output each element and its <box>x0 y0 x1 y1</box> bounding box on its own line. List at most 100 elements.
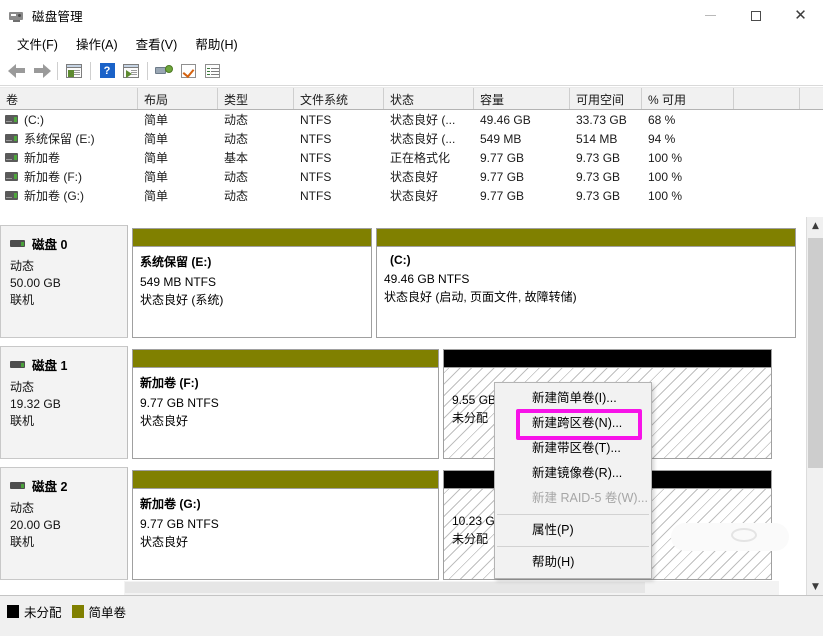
cell-capacity: 49.46 GB <box>474 113 570 127</box>
disk-info-0[interactable]: 磁盘 0 动态 50.00 GB 联机 <box>0 225 128 338</box>
disk-type: 动态 <box>10 379 127 396</box>
cell-free-space: 33.73 GB <box>570 113 642 127</box>
legend-unallocated: 未分配 <box>7 602 62 621</box>
menu-view[interactable]: 查看(V) <box>127 31 187 56</box>
menu-action[interactable]: 操作(A) <box>67 31 127 56</box>
table-row[interactable]: 新加卷 简单 基本 NTFS 正在格式化 9.77 GB 9.73 GB 100… <box>0 148 823 167</box>
cell-status: 状态良好 <box>384 168 474 185</box>
partition-system-reserved-e[interactable]: 系统保留 (E:) 549 MB NTFS 状态良好 (系统) <box>132 228 372 338</box>
close-button[interactable]: ✕ <box>778 0 823 31</box>
cell-filesystem: NTFS <box>294 189 384 203</box>
cell-filesystem: NTFS <box>294 151 384 165</box>
column-header-extra[interactable] <box>734 88 800 109</box>
column-header-status[interactable]: 状态 <box>384 88 474 109</box>
rescan-disks-button[interactable] <box>152 59 176 83</box>
cell-capacity: 549 MB <box>474 132 570 146</box>
cell-capacity: 9.77 GB <box>474 189 570 203</box>
properties-button[interactable] <box>176 59 200 83</box>
cell-volume: 新加卷 <box>24 149 60 166</box>
column-header-percent-free[interactable]: % 可用 <box>642 88 734 109</box>
partition-name: 新加卷 (F:) <box>140 374 438 391</box>
cell-percent: 100 % <box>642 189 734 203</box>
back-button[interactable] <box>5 59 29 83</box>
table-row[interactable]: 新加卷 (F:) 简单 动态 NTFS 状态良好 9.77 GB 9.73 GB… <box>0 167 823 186</box>
disk-icon <box>10 482 25 489</box>
cell-percent: 94 % <box>642 132 734 146</box>
drive-icon <box>5 115 18 124</box>
disk-info-1[interactable]: 磁盘 1 动态 19.32 GB 联机 <box>0 346 128 459</box>
volume-list-rows: (C:) 简单 动态 NTFS 状态良好 (... 49.46 GB 33.73… <box>0 110 823 205</box>
minimize-icon <box>705 15 716 16</box>
disk-partitions-0: 系统保留 (E:) 549 MB NTFS 状态良好 (系统) (C:) 49.… <box>128 225 806 338</box>
disk-icon <box>10 240 25 247</box>
column-header-volume[interactable]: 卷 <box>0 88 138 109</box>
disk-state: 联机 <box>10 292 127 309</box>
column-header-layout[interactable]: 布局 <box>138 88 218 109</box>
disk-name: 磁盘 2 <box>32 476 67 495</box>
maximize-button[interactable] <box>733 0 778 31</box>
scroll-down-icon[interactable]: ▼ <box>807 578 823 595</box>
menu-help[interactable]: 帮助(H) <box>186 31 246 56</box>
cell-type: 动态 <box>218 111 294 128</box>
table-row[interactable]: 系统保留 (E:) 简单 动态 NTFS 状态良好 (... 549 MB 51… <box>0 129 823 148</box>
disk-row-1: 磁盘 1 动态 19.32 GB 联机 新加卷 (F:) 9.77 GB NTF… <box>0 346 806 459</box>
show-hide-console-tree-button[interactable] <box>62 59 86 83</box>
disk-size: 20.00 GB <box>10 517 127 534</box>
menu-file[interactable]: 文件(F) <box>8 31 67 56</box>
partition-status: 状态良好 <box>140 412 438 430</box>
context-menu-item-new-simple-volume[interactable]: 新建简单卷(I)... <box>495 386 651 411</box>
table-row[interactable]: 新加卷 (G:) 简单 动态 NTFS 状态良好 9.77 GB 9.73 GB… <box>0 186 823 205</box>
task-list-button[interactable] <box>200 59 224 83</box>
partition-status: 状态良好 (系统) <box>140 291 371 309</box>
vertical-scrollbar[interactable]: ▲ ▼ <box>806 217 823 595</box>
column-header-type[interactable]: 类型 <box>218 88 294 109</box>
partition-f[interactable]: 新加卷 (F:) 9.77 GB NTFS 状态良好 <box>132 349 439 459</box>
cell-percent: 68 % <box>642 113 734 127</box>
partition-status: 状态良好 <box>140 533 438 551</box>
disk-row-0: 磁盘 0 动态 50.00 GB 联机 系统保留 (E:) 549 MB NTF… <box>0 225 806 338</box>
cell-free-space: 9.73 GB <box>570 189 642 203</box>
vertical-scrollbar-thumb[interactable] <box>808 238 823 468</box>
context-menu-item-help[interactable]: 帮助(H) <box>495 550 651 575</box>
partition-g[interactable]: 新加卷 (G:) 9.77 GB NTFS 状态良好 <box>132 470 439 580</box>
cell-type: 动态 <box>218 168 294 185</box>
disk-partitions-2: 新加卷 (G:) 9.77 GB NTFS 状态良好 10.23 GB 未分配 <box>128 467 806 580</box>
legend-swatch-simple-volume <box>72 605 84 618</box>
partition-size: 9.77 GB NTFS <box>140 394 438 412</box>
scroll-up-icon[interactable]: ▲ <box>807 217 823 234</box>
partition-capacity-bar <box>377 229 795 246</box>
context-menu-item-new-striped-volume[interactable]: 新建带区卷(T)... <box>495 436 651 461</box>
cell-status: 状态良好 (... <box>384 130 474 147</box>
disk-state: 联机 <box>10 413 127 430</box>
column-header-capacity[interactable]: 容量 <box>474 88 570 109</box>
maximize-icon <box>751 11 761 21</box>
forward-button[interactable] <box>29 59 53 83</box>
partition-c[interactable]: (C:) 49.46 GB NTFS 状态良好 (启动, 页面文件, 故障转储) <box>376 228 796 338</box>
column-header-free-space[interactable]: 可用空间 <box>570 88 642 109</box>
cell-status: 状态良好 <box>384 187 474 204</box>
table-row[interactable]: (C:) 简单 动态 NTFS 状态良好 (... 49.46 GB 33.73… <box>0 110 823 129</box>
toolbar-separator <box>90 62 91 80</box>
horizontal-scrollbar-thumb[interactable] <box>125 582 645 593</box>
disk-size: 50.00 GB <box>10 275 127 292</box>
context-menu-item-new-mirrored-volume[interactable]: 新建镜像卷(R)... <box>495 461 651 486</box>
partition-capacity-bar <box>133 471 438 488</box>
partition-capacity-bar <box>444 350 771 367</box>
cell-layout: 简单 <box>138 168 218 185</box>
context-menu-item-new-spanned-volume[interactable]: 新建跨区卷(N)... <box>495 411 651 436</box>
cell-filesystem: NTFS <box>294 113 384 127</box>
context-menu-separator <box>497 514 649 515</box>
legend-simple-volume: 简单卷 <box>72 602 127 621</box>
legend-swatch-unallocated <box>7 605 19 618</box>
help-button[interactable]: ? <box>95 59 119 83</box>
minimize-button[interactable] <box>688 0 733 31</box>
show-action-pane-button[interactable] <box>119 59 143 83</box>
drive-icon <box>5 134 18 143</box>
disk-info-2[interactable]: 磁盘 2 动态 20.00 GB 联机 <box>0 467 128 580</box>
column-header-filesystem[interactable]: 文件系统 <box>294 88 384 109</box>
context-menu-item-properties[interactable]: 属性(P) <box>495 518 651 543</box>
horizontal-scrollbar[interactable] <box>124 581 779 595</box>
graphical-view-pane: 磁盘 0 动态 50.00 GB 联机 系统保留 (E:) 549 MB NTF… <box>0 217 823 595</box>
drive-icon <box>5 191 18 200</box>
partition-capacity-bar <box>133 350 438 367</box>
